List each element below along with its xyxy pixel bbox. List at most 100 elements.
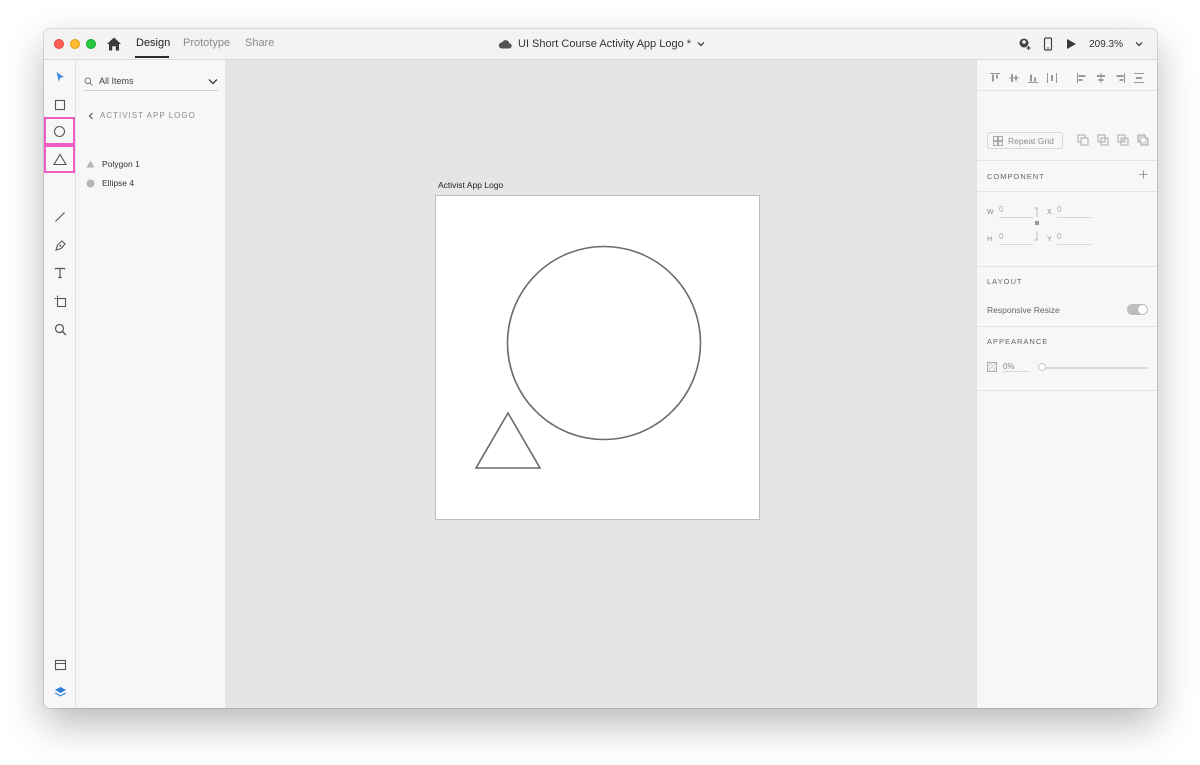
line-tool[interactable] bbox=[48, 205, 72, 229]
x-field[interactable]: 0 bbox=[1057, 205, 1091, 218]
title-bar: Design Prototype Share UI Short Course A… bbox=[44, 29, 1157, 60]
layout-section: LAYOUT Responsive Resize bbox=[977, 266, 1157, 327]
select-icon bbox=[56, 72, 64, 82]
component-section: COMPONENT bbox=[977, 160, 1157, 192]
active-tab-indicator bbox=[135, 56, 169, 58]
search-icon bbox=[84, 77, 93, 86]
text-tool[interactable] bbox=[48, 261, 72, 285]
boolean-add-icon[interactable] bbox=[1077, 134, 1089, 146]
boolean-exclude-icon[interactable] bbox=[1137, 134, 1149, 146]
text-icon bbox=[54, 267, 66, 279]
layer-item-polygon[interactable]: Polygon 1 bbox=[86, 157, 140, 171]
rectangle-tool[interactable] bbox=[48, 93, 72, 117]
right-toolbar: 209.3% bbox=[1017, 36, 1143, 52]
property-inspector: Repeat Grid COMPONENT W 0 H 0 X 0 Y 0 LA… bbox=[976, 60, 1157, 708]
play-icon[interactable] bbox=[1065, 38, 1077, 50]
appearance-section: APPEARANCE bbox=[977, 326, 1157, 391]
window-maximize-button[interactable] bbox=[86, 39, 96, 49]
layout-title: LAYOUT bbox=[987, 277, 1023, 286]
toggle-knob bbox=[1138, 305, 1147, 314]
y-field[interactable]: 0 bbox=[1057, 232, 1091, 245]
width-label: W bbox=[987, 209, 994, 216]
ellipse-icon bbox=[53, 125, 66, 137]
add-component-icon[interactable] bbox=[1139, 170, 1148, 179]
boolean-subtract-icon[interactable] bbox=[1097, 134, 1109, 146]
home-icon[interactable] bbox=[106, 36, 122, 52]
ellipse-tool[interactable] bbox=[44, 117, 75, 145]
chevron-left-icon bbox=[88, 112, 93, 119]
height-label: H bbox=[987, 236, 993, 243]
repeat-grid-icon bbox=[993, 135, 1003, 146]
align-bottom-icon[interactable] bbox=[1027, 72, 1039, 84]
layers-tool[interactable] bbox=[48, 680, 72, 704]
tab-share[interactable]: Share bbox=[245, 37, 274, 49]
align-center-icon[interactable] bbox=[1095, 72, 1107, 84]
polygon-tool[interactable] bbox=[44, 145, 75, 173]
circle-icon bbox=[86, 179, 95, 187]
lock-aspect-icon[interactable] bbox=[1034, 207, 1040, 241]
opacity-icon bbox=[987, 362, 997, 372]
opacity-slider-handle[interactable] bbox=[1038, 363, 1046, 371]
zoom-level[interactable]: 209.3% bbox=[1089, 39, 1123, 50]
x-label: X bbox=[1047, 209, 1052, 216]
align-top-icon[interactable] bbox=[989, 72, 1001, 84]
zoom-icon bbox=[54, 323, 66, 335]
tab-design[interactable]: Design bbox=[136, 37, 170, 49]
window-minimize-button[interactable] bbox=[70, 39, 80, 49]
width-field[interactable]: 0 bbox=[999, 205, 1033, 218]
breadcrumb-label: ACTIVIST APP LOGO bbox=[100, 111, 196, 120]
pen-tool[interactable] bbox=[48, 233, 72, 257]
layers-panel: All Items ACTIVIST APP LOGO Polygon 1 El… bbox=[76, 60, 226, 708]
assets-icon bbox=[54, 659, 66, 671]
chevron-down-icon[interactable] bbox=[1135, 41, 1143, 47]
device-preview-icon[interactable] bbox=[1043, 37, 1053, 51]
layer-filter-dropdown[interactable]: All Items bbox=[84, 72, 218, 91]
align-middle-icon[interactable] bbox=[1008, 72, 1020, 84]
select-tool[interactable] bbox=[48, 65, 72, 89]
transform-section: W 0 H 0 X 0 Y 0 bbox=[977, 191, 1157, 267]
artboard[interactable] bbox=[435, 195, 760, 520]
distribute-vertical-icon[interactable] bbox=[1133, 72, 1145, 84]
tab-prototype[interactable]: Prototype bbox=[183, 37, 230, 49]
app-window: Design Prototype Share UI Short Course A… bbox=[44, 29, 1157, 708]
zoom-tool[interactable] bbox=[48, 317, 72, 341]
layers-icon bbox=[54, 686, 66, 696]
chevron-down-icon bbox=[697, 42, 705, 47]
boolean-intersect-icon[interactable] bbox=[1117, 134, 1129, 146]
layer-item-ellipse[interactable]: Ellipse 4 bbox=[86, 176, 134, 190]
artboard-content bbox=[474, 245, 702, 469]
design-canvas[interactable]: Activist App Logo bbox=[226, 60, 976, 708]
distribute-horizontal-icon[interactable] bbox=[1046, 72, 1058, 84]
document-title-menu[interactable]: UI Short Course Activity App Logo * bbox=[498, 36, 705, 52]
layer-item-label: Polygon 1 bbox=[102, 159, 140, 169]
align-right-icon[interactable] bbox=[1114, 72, 1126, 84]
height-field[interactable]: 0 bbox=[999, 232, 1033, 245]
repeat-grid-section bbox=[977, 90, 1157, 161]
triangle-icon bbox=[86, 160, 95, 168]
repeat-grid-button[interactable]: Repeat Grid bbox=[987, 132, 1063, 149]
ellipse-shape[interactable] bbox=[506, 245, 702, 441]
y-label: Y bbox=[1047, 236, 1052, 243]
user-share-icon[interactable] bbox=[1017, 37, 1031, 51]
opacity-field[interactable]: 0% bbox=[1003, 362, 1029, 372]
tool-bar bbox=[44, 60, 76, 708]
line-icon bbox=[55, 212, 65, 222]
align-left-icon[interactable] bbox=[1076, 72, 1088, 84]
layers-breadcrumb[interactable]: ACTIVIST APP LOGO bbox=[88, 111, 196, 120]
repeat-grid-label: Repeat Grid bbox=[1008, 135, 1054, 146]
responsive-resize-label: Responsive Resize bbox=[987, 305, 1060, 315]
artboard-name[interactable]: Activist App Logo bbox=[438, 180, 503, 190]
layer-item-label: Ellipse 4 bbox=[102, 178, 135, 188]
appearance-title: APPEARANCE bbox=[987, 337, 1049, 346]
chevron-down-icon bbox=[208, 78, 218, 84]
polygon-shape[interactable] bbox=[474, 411, 542, 469]
responsive-resize-toggle[interactable] bbox=[1127, 304, 1148, 315]
polygon-icon bbox=[52, 152, 67, 165]
opacity-slider-track[interactable] bbox=[1039, 367, 1148, 369]
artboard-tool[interactable] bbox=[48, 289, 72, 313]
artboard-icon bbox=[54, 295, 66, 307]
cloud-icon bbox=[498, 40, 512, 49]
assets-tool[interactable] bbox=[48, 653, 72, 677]
window-close-button[interactable] bbox=[54, 39, 64, 49]
document-title: UI Short Course Activity App Logo * bbox=[518, 38, 692, 50]
